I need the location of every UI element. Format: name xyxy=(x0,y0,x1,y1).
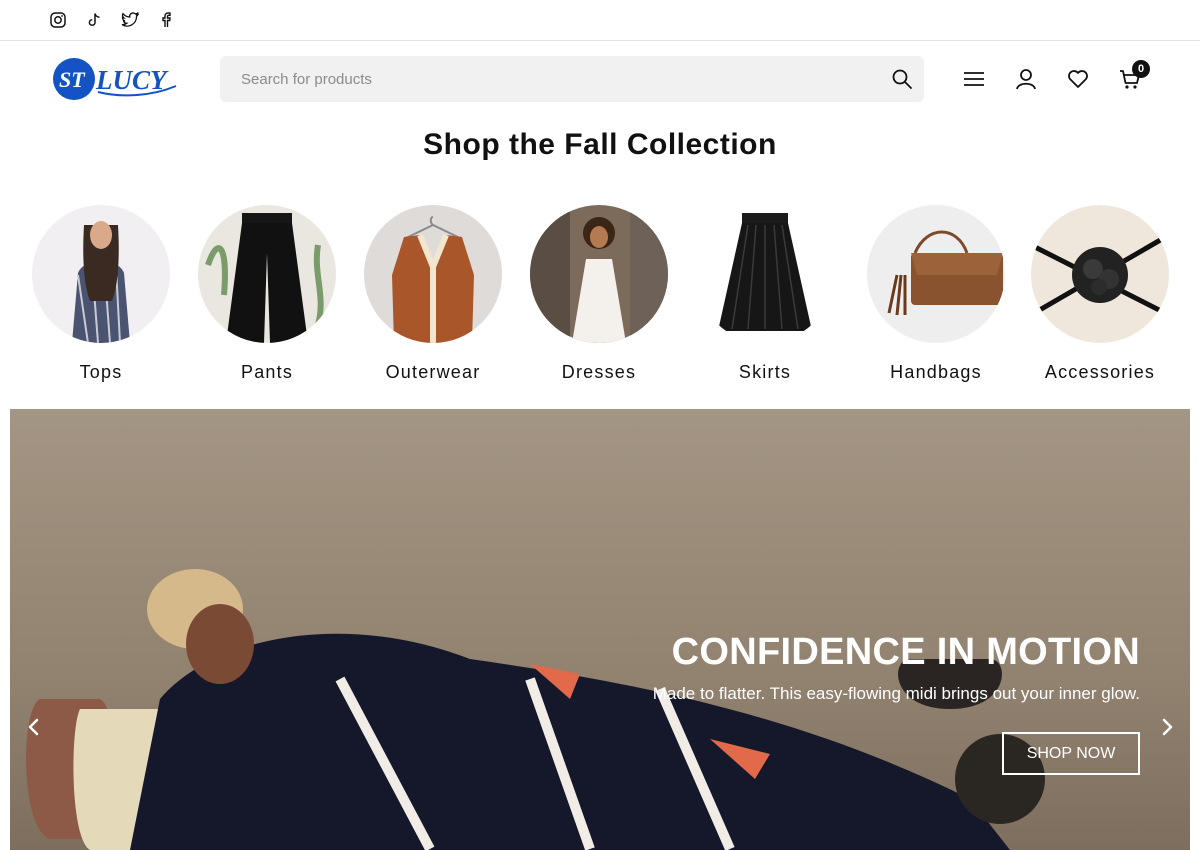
tops-image xyxy=(32,205,170,343)
category-label: Accessories xyxy=(1044,362,1156,382)
banner-headline: CONFIDENCE IN MOTION xyxy=(671,631,1140,673)
category-label: Handbags xyxy=(890,362,982,382)
category-handbags[interactable]: Handbags xyxy=(856,205,1016,390)
chevron-right-icon[interactable] xyxy=(1155,715,1179,739)
category-label: Skirts xyxy=(738,362,792,382)
category-dresses[interactable]: Dresses xyxy=(519,205,679,390)
category-pants[interactable]: Pants xyxy=(187,205,347,390)
chevron-left-icon[interactable] xyxy=(22,715,46,739)
svg-text:ST: ST xyxy=(59,67,86,92)
svg-text:LUCY: LUCY xyxy=(95,65,169,95)
pants-image xyxy=(198,205,336,343)
accessories-image xyxy=(1031,205,1169,343)
dresses-image xyxy=(530,205,668,343)
category-label: Outerwear xyxy=(385,362,481,382)
section-title: Shop the Fall Collection xyxy=(423,128,777,161)
handbags-image xyxy=(867,205,1005,343)
hero-image xyxy=(10,409,1190,850)
skirts-image xyxy=(696,205,834,343)
top-bar xyxy=(0,0,1200,41)
category-skirts[interactable]: Skirts xyxy=(685,205,845,390)
category-tops[interactable]: Tops xyxy=(21,205,181,390)
wishlist-icon[interactable] xyxy=(1066,67,1090,91)
st-lucy-logo[interactable]: ST LUCY xyxy=(52,56,182,102)
instagram-icon[interactable] xyxy=(49,11,67,29)
category-label: Dresses xyxy=(561,362,637,382)
site-header: ST LUCY 0 xyxy=(0,41,1200,121)
tiktok-icon[interactable] xyxy=(85,11,103,29)
facebook-icon[interactable] xyxy=(157,11,175,29)
category-label: Tops xyxy=(79,362,123,382)
hero-banner: CONFIDENCE IN MOTION Made to flatter. Th… xyxy=(10,409,1190,850)
cart-count-badge: 0 xyxy=(1132,60,1150,78)
banner-subtext: Made to flatter. This easy-flowing midi … xyxy=(652,684,1140,703)
twitter-icon[interactable] xyxy=(121,11,139,29)
category-label: Pants xyxy=(240,362,294,382)
search-icon[interactable] xyxy=(890,67,914,91)
category-outerwear[interactable]: Outerwear xyxy=(353,205,513,390)
shop-now-button[interactable]: SHOP NOW xyxy=(1002,732,1140,775)
account-icon[interactable] xyxy=(1014,67,1038,91)
menu-icon[interactable] xyxy=(962,67,986,91)
search-input[interactable] xyxy=(220,56,880,102)
outerwear-image xyxy=(364,205,502,343)
search-bar xyxy=(220,56,924,102)
category-accessories[interactable]: Accessories xyxy=(1020,205,1180,390)
